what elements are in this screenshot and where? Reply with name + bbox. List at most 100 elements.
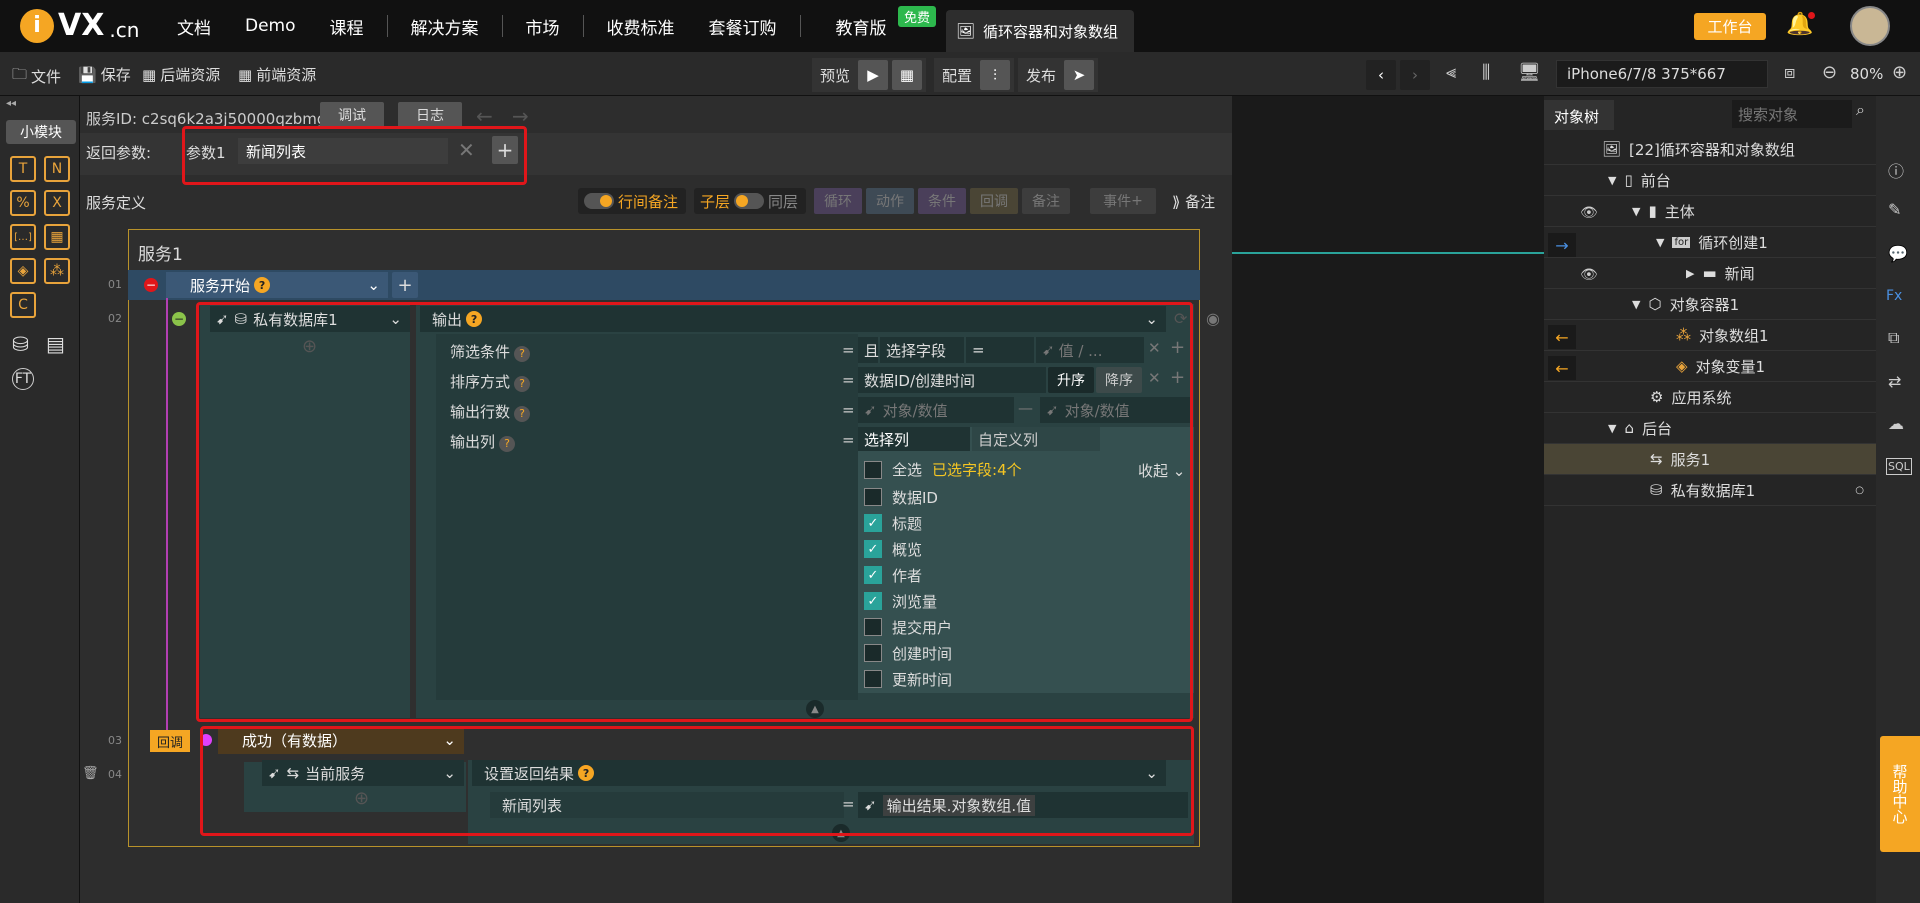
set-return-header[interactable]: 设置返回结果? ⌄ <box>472 760 1166 786</box>
help-icon[interactable]: ? <box>578 765 595 781</box>
output-value-select[interactable]: ➹ 输出结果.对象数组.值 <box>858 792 1188 818</box>
file-button[interactable]: 🗀 文件 <box>12 64 61 89</box>
forward-icon[interactable]: › <box>1400 60 1430 90</box>
search-object-input[interactable]: 搜索对象 <box>1732 100 1852 128</box>
note-button[interactable]: 备注 <box>1022 188 1070 214</box>
target-icon[interactable]: ◉ <box>1206 309 1220 328</box>
condition-button[interactable]: 条件 <box>918 188 966 214</box>
tab-object-tree[interactable]: 对象树 <box>1544 100 1614 130</box>
arrow-left-icon[interactable]: ← <box>1548 356 1576 380</box>
field-select[interactable]: 选择字段 <box>880 337 964 363</box>
event-button[interactable]: 事件 + <box>1090 188 1156 214</box>
column-option[interactable]: ✓ 作者 <box>864 562 952 588</box>
transfer-icon[interactable]: ⇄ <box>1888 372 1901 391</box>
loop-button[interactable]: 循环 <box>814 188 862 214</box>
database-icon[interactable]: ⛁ <box>12 332 29 356</box>
sliders-icon[interactable]: ⫶ <box>980 60 1011 90</box>
save-button[interactable]: 💾 保存 <box>78 64 131 85</box>
avatar[interactable] <box>1850 6 1890 46</box>
collapse-up-icon[interactable]: ▲ <box>832 824 850 842</box>
column-checkbox[interactable]: ✓ <box>864 540 882 558</box>
tree-item-container[interactable]: ▼ ⬡ 对象容器1 <box>1544 289 1876 320</box>
current-service-node[interactable]: ➹ ⇆ 当前服务 ⌄ <box>262 760 464 786</box>
arrow-right-icon[interactable]: → <box>1548 233 1576 257</box>
add-sub-icon[interactable]: ⊕ <box>302 336 317 357</box>
x-icon[interactable]: X <box>44 190 70 216</box>
logo[interactable]: i VX .cn <box>20 8 139 43</box>
help-icon[interactable]: ? <box>514 375 531 392</box>
remove-icon[interactable]: ✕ <box>1148 339 1161 357</box>
output-header[interactable]: 输出? ⌄ <box>420 306 1166 332</box>
refresh-icon[interactable]: ⟳ <box>1174 309 1187 328</box>
align-left-icon[interactable]: ⫷ <box>1446 62 1456 83</box>
module-button[interactable]: 小模块 <box>6 120 76 144</box>
help-icon[interactable]: ? <box>514 345 531 362</box>
nav-courses[interactable]: 课程 <box>313 14 381 39</box>
cloud-icon[interactable]: ☁ <box>1888 414 1904 433</box>
comment-icon[interactable]: 💬 <box>1888 244 1908 263</box>
rows-input-from[interactable]: ➹ 对象/数值 <box>858 397 1014 423</box>
tree-item-frontend[interactable]: ▼ ▯ 前台 <box>1544 165 1876 196</box>
param-input[interactable]: 新闻列表 <box>238 138 448 164</box>
object-icon[interactable]: ◈ <box>10 258 36 284</box>
objects-icon[interactable]: ⁂ <box>44 258 70 284</box>
array-icon[interactable]: […] <box>10 224 36 250</box>
column-checkbox[interactable] <box>864 618 882 636</box>
rows-input-to[interactable]: ➹ 对象/数值 <box>1040 397 1190 423</box>
back-icon[interactable]: ‹ <box>1366 60 1396 90</box>
desc-button[interactable]: 降序 <box>1096 367 1142 393</box>
and-select[interactable]: 且 <box>858 337 879 363</box>
action-button[interactable]: 动作 <box>866 188 914 214</box>
collapse-start-icon[interactable]: − <box>144 278 158 292</box>
column-checkbox[interactable] <box>864 488 882 506</box>
db-node[interactable]: ➹ ⛁ 私有数据库1 ⌄ <box>210 306 410 332</box>
column-option[interactable]: 创建时间 <box>864 640 952 666</box>
device-select[interactable]: iPhone6/7/8 375*667 <box>1556 60 1768 88</box>
callback-button[interactable]: 回调 <box>970 188 1018 214</box>
help-icon[interactable]: ? <box>466 311 483 327</box>
log-button[interactable]: 日志 <box>398 102 462 128</box>
number-icon[interactable]: N <box>44 156 70 182</box>
tree-item-loop[interactable]: ▼ for 循环创建1 <box>1544 227 1876 258</box>
matrix-icon[interactable]: ▦ <box>44 224 70 250</box>
add-step-icon[interactable]: + <box>392 272 418 298</box>
collapse-up-icon[interactable]: ▲ <box>806 700 824 718</box>
add-param-icon[interactable]: + <box>492 136 518 164</box>
tree-item-page[interactable]: 🖼 [22]循环容器和对象数组 <box>1544 134 1876 165</box>
collapse-db-icon[interactable]: − <box>172 312 186 326</box>
sort-field-select[interactable]: 数据ID/创建时间 <box>858 367 1046 393</box>
collapse-toggle[interactable]: 收起 ⌄ <box>1138 460 1185 481</box>
remove-icon[interactable]: ✕ <box>1148 369 1161 387</box>
info-icon[interactable]: ⓘ <box>1888 158 1904 182</box>
tab-custom-columns[interactable]: 自定义列 <box>972 427 1100 451</box>
nav-docs[interactable]: 文档 <box>160 14 228 39</box>
backend-resources-button[interactable]: ▦ 后端资源 <box>142 64 220 85</box>
nav-solutions[interactable]: 解决方案 <box>394 14 496 39</box>
column-option[interactable]: ✓ 概览 <box>864 536 952 562</box>
column-option[interactable]: 数据ID <box>864 484 952 510</box>
help-icon[interactable]: ? <box>499 435 516 452</box>
column-checkbox[interactable]: ✓ <box>864 592 882 610</box>
c-icon[interactable]: C <box>10 292 36 318</box>
start-node[interactable]: 服务开始? ⌄ <box>166 272 388 298</box>
redo-icon[interactable]: → <box>512 104 529 128</box>
text-icon[interactable]: T <box>10 156 36 182</box>
column-option[interactable]: ✓ 标题 <box>864 510 952 536</box>
select-all-row[interactable]: 全选 已选字段:4个 <box>864 459 1022 480</box>
column-option[interactable]: ✓ 浏览量 <box>864 588 952 614</box>
tab-select-columns[interactable]: 选择列 <box>858 427 970 451</box>
tree-item-app-system[interactable]: ⚙ 应用系统 <box>1544 382 1876 413</box>
table-icon[interactable]: ▤ <box>46 332 65 356</box>
send-icon[interactable]: ➤ <box>1064 60 1095 90</box>
column-checkbox[interactable] <box>864 670 882 688</box>
play-icon[interactable]: ▶ <box>858 60 889 90</box>
device-icon[interactable]: 🖥 <box>1518 62 1541 83</box>
help-icon[interactable]: ? <box>254 277 271 293</box>
trash-icon[interactable]: 🗑 <box>82 766 99 781</box>
help-center-button[interactable]: 帮助中心 <box>1880 736 1920 852</box>
active-tab[interactable]: 🖼 循环容器和对象数组 <box>946 10 1134 52</box>
align-center-icon[interactable]: ⫼ <box>1482 62 1490 83</box>
select-all-checkbox[interactable] <box>864 460 882 479</box>
zoom-in-icon[interactable]: ⊕ <box>1892 62 1907 83</box>
percent-icon[interactable]: % <box>10 190 36 216</box>
